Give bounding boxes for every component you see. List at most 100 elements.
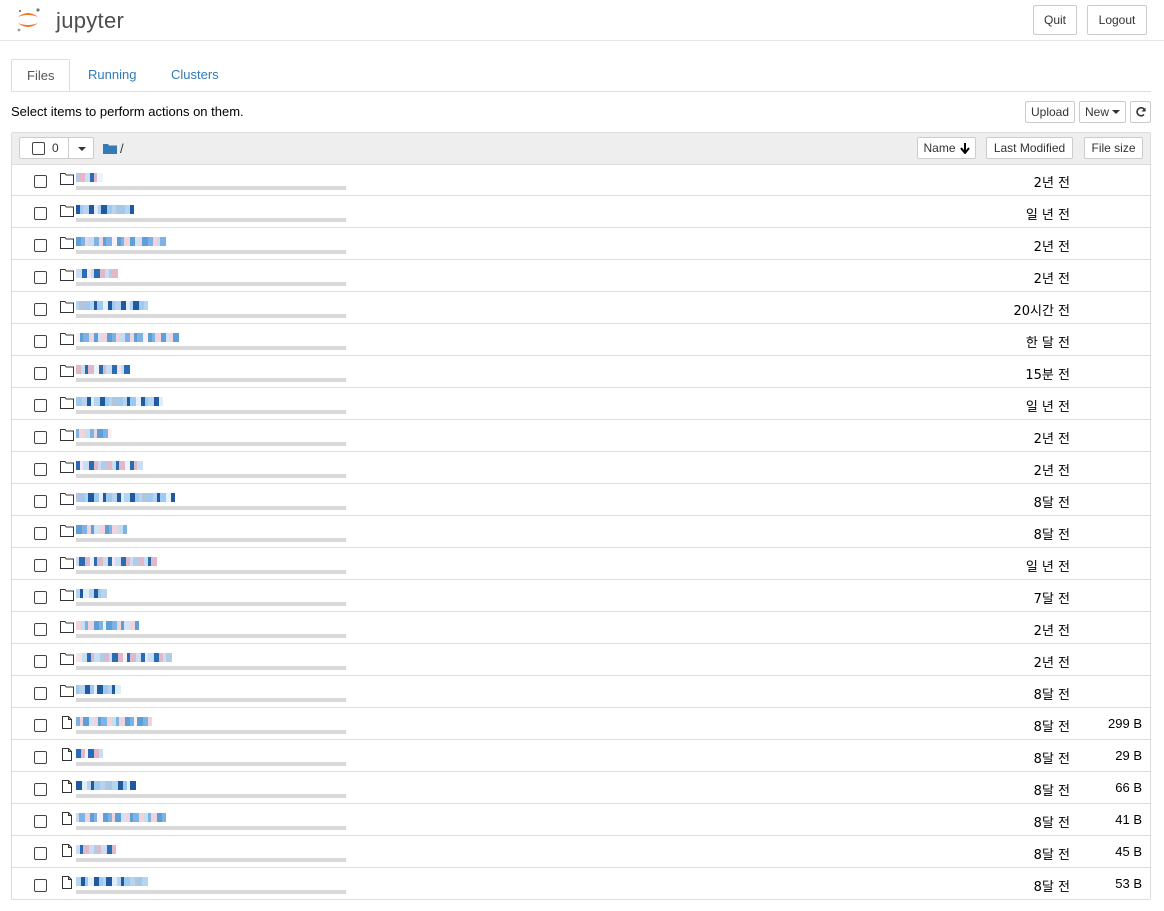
sort-by-name-button[interactable]: Name [917, 137, 976, 159]
item-checkbox[interactable] [34, 527, 47, 540]
item-checkbox[interactable] [34, 495, 47, 508]
item-name-link[interactable] [76, 810, 166, 824]
item-checkbox[interactable] [34, 751, 47, 764]
folder-icon [60, 621, 74, 633]
list-item[interactable]: 2년 전 [12, 452, 1150, 484]
folder-icon [60, 333, 74, 345]
jupyter-logo[interactable]: jupyter [14, 5, 126, 35]
list-item[interactable]: 8달 전 29 B [12, 740, 1150, 772]
item-checkbox[interactable] [34, 367, 47, 380]
item-size: 45 B [1115, 844, 1142, 859]
item-name-link[interactable] [76, 586, 107, 600]
new-dropdown-button[interactable]: New [1079, 101, 1126, 123]
item-modified: 15분 전 [1025, 368, 1070, 383]
list-item[interactable]: 7달 전 [12, 580, 1150, 612]
list-item[interactable]: 2년 전 [12, 644, 1150, 676]
item-checkbox[interactable] [34, 431, 47, 444]
item-name-link[interactable] [76, 202, 134, 216]
caret-down-icon [78, 147, 86, 151]
item-name-link[interactable] [76, 170, 103, 184]
list-item[interactable]: 8달 전 [12, 516, 1150, 548]
item-checkbox[interactable] [34, 719, 47, 732]
list-item[interactable]: 8달 전 53 B [12, 868, 1150, 900]
folder-icon [60, 173, 74, 185]
item-checkbox[interactable] [34, 239, 47, 252]
sort-by-last-modified-button[interactable]: Last Modified [986, 137, 1073, 159]
list-item[interactable]: 8달 전 [12, 676, 1150, 708]
item-name-link[interactable] [76, 362, 130, 376]
list-item[interactable]: 8달 전 [12, 484, 1150, 516]
item-name-link[interactable] [76, 394, 163, 408]
item-name-link[interactable] [76, 490, 175, 504]
breadcrumb-root[interactable]: / [120, 141, 124, 156]
list-item[interactable]: 일 년 전 [12, 196, 1150, 228]
tab-running[interactable]: Running [73, 59, 151, 90]
item-checkbox[interactable] [34, 591, 47, 604]
item-name-link[interactable] [76, 266, 118, 280]
item-name-link[interactable] [76, 650, 172, 664]
list-item[interactable]: 8달 전 66 B [12, 772, 1150, 804]
item-checkbox[interactable] [34, 847, 47, 860]
item-name-link[interactable] [76, 682, 121, 696]
list-item[interactable]: 일 년 전 [12, 388, 1150, 420]
item-name-link[interactable] [76, 234, 166, 248]
item-checkbox[interactable] [34, 175, 47, 188]
item-checkbox[interactable] [34, 303, 47, 316]
list-item[interactable]: 2년 전 [12, 164, 1150, 196]
redacted-name [76, 652, 172, 662]
list-item[interactable]: 8달 전 45 B [12, 836, 1150, 868]
item-checkbox[interactable] [34, 687, 47, 700]
item-name-link[interactable] [76, 426, 112, 440]
item-name-link[interactable] [76, 330, 179, 344]
list-item[interactable]: 일 년 전 [12, 548, 1150, 580]
item-name-link[interactable] [76, 618, 139, 632]
item-checkbox[interactable] [34, 783, 47, 796]
selection-hint: Select items to perform actions on them. [11, 104, 244, 119]
list-item[interactable]: 20시간 전 [12, 292, 1150, 324]
item-name-link[interactable] [76, 842, 116, 856]
tab-files[interactable]: Files [11, 59, 70, 91]
tab-clusters[interactable]: Clusters [156, 59, 234, 90]
item-checkbox[interactable] [34, 207, 47, 220]
item-checkbox[interactable] [34, 559, 47, 572]
item-name-link[interactable] [76, 522, 127, 536]
item-name-link[interactable] [76, 746, 103, 760]
redaction-bar [76, 634, 346, 638]
item-name-link[interactable] [76, 874, 148, 888]
item-checkbox[interactable] [34, 271, 47, 284]
item-name-link[interactable] [76, 458, 143, 472]
item-modified: 8달 전 [1033, 880, 1070, 895]
list-item[interactable]: 2년 전 [12, 260, 1150, 292]
select-all-checkbox[interactable] [32, 141, 45, 155]
folder-icon [60, 557, 74, 569]
item-checkbox[interactable] [34, 463, 47, 476]
item-modified: 일 년 전 [1025, 400, 1070, 415]
item-name-link[interactable] [76, 298, 148, 312]
list-item[interactable]: 8달 전 299 B [12, 708, 1150, 740]
list-item[interactable]: 8달 전 41 B [12, 804, 1150, 836]
quit-button[interactable]: Quit [1033, 5, 1077, 35]
item-checkbox[interactable] [34, 335, 47, 348]
upload-button[interactable]: Upload [1025, 101, 1075, 123]
item-name-link[interactable] [76, 714, 152, 728]
item-name-link[interactable] [76, 778, 136, 792]
item-name-link[interactable] [76, 554, 157, 568]
redaction-bar [76, 794, 346, 798]
refresh-button[interactable] [1130, 101, 1151, 123]
item-checkbox[interactable] [34, 879, 47, 892]
list-item[interactable]: 15분 전 [12, 356, 1150, 388]
item-checkbox[interactable] [34, 815, 47, 828]
item-checkbox[interactable] [34, 399, 47, 412]
file-list-header: 0 / Name Last Modified File size [12, 133, 1150, 165]
select-all-dropdown[interactable]: 0 [19, 137, 94, 159]
sort-by-file-size-button[interactable]: File size [1084, 137, 1143, 159]
logo-text: jupyter [56, 8, 125, 33]
list-item[interactable]: 2년 전 [12, 228, 1150, 260]
logout-button[interactable]: Logout [1087, 5, 1147, 35]
item-checkbox[interactable] [34, 623, 47, 636]
list-item[interactable]: 한 달 전 [12, 324, 1150, 356]
list-item[interactable]: 2년 전 [12, 420, 1150, 452]
redaction-bar [76, 890, 346, 894]
list-item[interactable]: 2년 전 [12, 612, 1150, 644]
item-checkbox[interactable] [34, 655, 47, 668]
